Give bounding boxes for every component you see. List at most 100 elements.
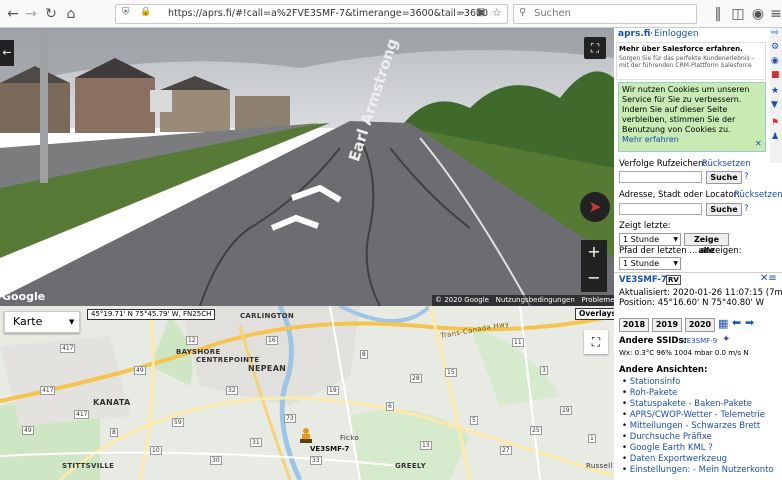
station-marker[interactable] <box>299 428 313 444</box>
road-shield: 8 <box>110 428 118 437</box>
cookie-text: Wir nutzen Cookies um unseren Service fü… <box>622 85 750 134</box>
road-shield: 27 <box>500 446 512 455</box>
road-shield: 417 <box>60 344 76 353</box>
view-link[interactable]: Roh-Pakete <box>630 388 678 398</box>
login-link[interactable]: Einloggen <box>654 29 699 39</box>
home-icon[interactable]: ⌂ <box>61 4 81 24</box>
back-arrow-icon[interactable]: ← <box>0 40 14 66</box>
help-link[interactable]: ? <box>744 172 749 182</box>
close-station-icon[interactable]: ✕≡ <box>760 273 777 284</box>
next-arrow-icon[interactable]: ➡ <box>745 316 754 329</box>
view-link[interactable]: Statuspakete - Baken-Pakete <box>630 399 752 409</box>
list-item: • Mitteilungen - Schwarzes Brett <box>622 421 774 432</box>
road-shield: 6 <box>386 402 394 411</box>
user-icon[interactable]: ♟ <box>771 132 779 142</box>
prev-arrow-icon[interactable]: ⬅ <box>732 316 741 329</box>
map-fullscreen-icon[interactable]: ⛶ <box>584 330 608 354</box>
year-2019-button[interactable]: 2019 <box>652 318 682 332</box>
view-link[interactable]: Einstellungen: - Mein Nutzerkonto <box>630 465 774 475</box>
view-link[interactable]: Mitteilungen - Schwarzes Brett <box>630 421 761 431</box>
road-shield: 12 <box>186 336 198 345</box>
help-link-2[interactable]: ? <box>744 204 749 214</box>
search-track-button[interactable]: Suche <box>706 171 742 184</box>
shield-icon: ⛨ <box>122 7 130 18</box>
site-title[interactable]: aprs.fi <box>618 29 650 39</box>
track-input[interactable] <box>619 171 702 183</box>
road-shield: 10 <box>150 446 162 455</box>
list-item: • Roh-Pakete <box>622 388 774 399</box>
reset-address-link[interactable]: Rücksetzen <box>734 190 782 200</box>
sidebar-icon[interactable]: ◫ <box>728 4 748 24</box>
zoom-out-icon[interactable]: − <box>581 266 607 292</box>
fullscreen-icon[interactable]: ⛶ <box>584 37 606 59</box>
search-bar[interactable]: ⚲ Suchen <box>513 4 697 24</box>
more-icon[interactable]: ⋯ <box>458 6 469 19</box>
signin-icon[interactable]: ⇨ <box>771 28 779 38</box>
star-icon[interactable]: ★ <box>771 86 779 96</box>
road-shield: 13 <box>420 441 432 450</box>
place-centrepointe: CENTREPOINTE <box>196 356 260 364</box>
view-link[interactable]: APRS/CWOP-Wetter - Telemetrie <box>630 410 765 420</box>
view-link[interactable]: Daten Exportwerkzeug <box>630 454 727 464</box>
pocket-icon[interactable]: ▣ <box>476 7 485 18</box>
place-carlington: CARLINGTON <box>240 312 295 320</box>
search-address-button[interactable]: Suche <box>706 203 742 216</box>
road-shield: 1 <box>588 434 596 443</box>
tools-icon[interactable]: ⚙ <box>771 42 779 52</box>
library-icon[interactable]: ‖ <box>708 4 728 24</box>
filter-icon[interactable]: ▼ <box>771 100 778 110</box>
ad-box[interactable]: Mehr über Salesforce erfahren. Sorgen Si… <box>616 42 766 80</box>
overlays-button[interactable]: Overlays <box>575 308 614 320</box>
view-link[interactable]: Durchsuche Präfixe <box>630 432 712 442</box>
timerange-select[interactable]: 1 Stunde ▼ <box>619 233 681 246</box>
bullet-icon: • <box>622 388 628 398</box>
list-item: • Statuspakete - Baken-Pakete <box>622 399 774 410</box>
terms-link[interactable]: Nutzungsbedingungen <box>496 296 575 304</box>
browser-toolbar: ← → ↻ ⌂ ⛨ 🔒 https://aprs.fi/#!call=a%2FV… <box>0 0 782 28</box>
bookmark-star-icon[interactable]: ☆ <box>492 6 502 19</box>
map-panel[interactable]: Karte ▼ 45°19.71' N 75°45.79' W, FN25CH … <box>0 306 614 480</box>
globe-icon[interactable]: ◉ <box>771 56 779 66</box>
address-input[interactable] <box>619 203 702 215</box>
ssid-link[interactable]: VE3SMF-9 <box>682 337 717 345</box>
street-view-panel[interactable]: Earl Armstrong ← ⛶ ➤ + − Google © 2020 G… <box>0 28 614 306</box>
map-type-label: Karte <box>13 315 43 328</box>
views-list: • Stationsinfo • Roh-Pakete • Statuspake… <box>622 377 774 476</box>
forward-icon[interactable]: → <box>21 4 41 24</box>
view-link[interactable]: Google Earth KML ? <box>630 443 713 453</box>
ad-body: Sorgen Sie für das perfekte Kundenerlebn… <box>619 55 755 69</box>
updated-text: Aktualisiert: 2020-01-26 11:07:15 (7m) <box>619 288 782 298</box>
year-2020-button[interactable]: 2020 <box>685 318 715 332</box>
close-icon[interactable]: ✕ <box>755 139 762 149</box>
bullet-icon: • <box>622 454 628 464</box>
path-select[interactable]: 1 Stunde ▼ <box>619 257 681 270</box>
account-icon[interactable]: ◉ <box>748 4 768 24</box>
back-icon[interactable]: ← <box>3 4 23 24</box>
year-2018-button[interactable]: 2018 <box>619 318 649 332</box>
info-icon[interactable]: ■ <box>771 70 780 80</box>
other-views-label: Andere Ansichten: <box>619 365 708 375</box>
zoom-in-icon[interactable]: + <box>581 240 607 266</box>
cookie-notice: Wir nutzen Cookies um unseren Service fü… <box>618 82 766 152</box>
compass-icon[interactable]: ➤ <box>580 192 610 222</box>
copyright-text: © 2020 Google <box>435 296 489 304</box>
view-link[interactable]: Stationsinfo <box>630 377 681 387</box>
road-shield: 417 <box>74 410 90 419</box>
cookie-more-link[interactable]: Mehr erfahren <box>622 135 679 144</box>
calendar-icon[interactable]: ▦ <box>718 317 728 330</box>
menu-icon[interactable]: ≡ <box>766 4 782 24</box>
url-bar[interactable]: ⛨ 🔒 https://aprs.fi/#!call=a%2FVE3SMF-7&… <box>115 4 508 24</box>
flag-icon[interactable]: ⚑ <box>771 118 779 128</box>
reset-track-link[interactable]: Rücksetzen <box>702 159 751 169</box>
report-link[interactable]: Probleme melden <box>581 296 614 304</box>
bullet-icon: • <box>622 377 628 387</box>
map-image <box>0 306 614 480</box>
road-shield: 33 <box>310 456 322 465</box>
bullet-icon: • <box>622 410 628 420</box>
station-title[interactable]: VE3SMF-7 <box>619 275 667 285</box>
show-all-button[interactable]: Zeige alle <box>684 233 729 255</box>
station-badge: RV <box>666 275 681 285</box>
place-bayshore: BAYSHORE <box>176 348 221 356</box>
reload-icon[interactable]: ↻ <box>41 4 61 24</box>
map-type-select[interactable]: Karte ▼ <box>4 311 80 333</box>
